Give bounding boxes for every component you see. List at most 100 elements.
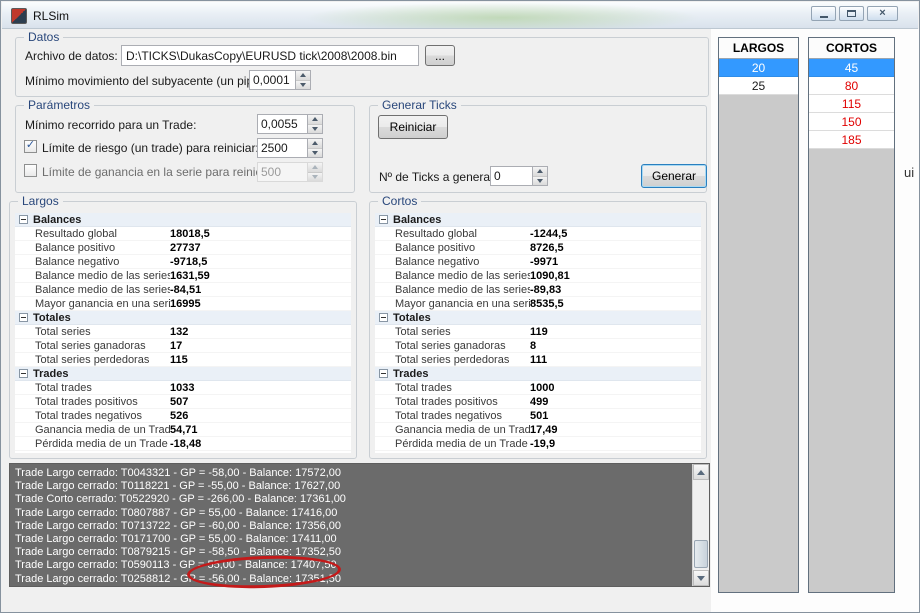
log-line[interactable]: Trade Largo cerrado: T0118221 - GP = -55…: [10, 480, 692, 493]
stat-row[interactable]: Balance positivo27737: [15, 241, 351, 255]
stat-row[interactable]: Pérdida media de un Trade negativ-19,9: [375, 437, 701, 451]
stat-value: 1033: [170, 382, 194, 394]
reiniciar-button[interactable]: Reiniciar: [378, 115, 448, 139]
spin-down-button[interactable]: [296, 81, 310, 90]
collapse-minus-icon[interactable]: [379, 215, 388, 224]
stat-category-row[interactable]: Totales: [375, 311, 701, 325]
stat-value: 8: [530, 340, 536, 352]
stat-row[interactable]: Total trades positivos507: [15, 395, 351, 409]
up-arrow-icon: [312, 165, 318, 169]
stat-value: 27737: [170, 242, 201, 254]
spin-up-button[interactable]: [308, 115, 322, 125]
stat-category-row[interactable]: Balances: [15, 213, 351, 227]
grid-row[interactable]: 115: [809, 95, 894, 113]
stat-value: 526: [170, 410, 188, 422]
grid-row[interactable]: 45: [809, 59, 894, 77]
stat-row[interactable]: Resultado global18018,5: [15, 227, 351, 241]
app-window: RLSim × Datos Archivo de datos: D:\TICKS…: [0, 0, 920, 613]
browse-button[interactable]: ...: [425, 45, 455, 66]
log-line[interactable]: Trade Largo cerrado: T0171700 - GP = 55,…: [10, 533, 692, 546]
stat-category-row[interactable]: Trades: [15, 367, 351, 381]
up-arrow-icon: [537, 169, 543, 173]
grid-row[interactable]: 185: [809, 131, 894, 149]
spin-down-button[interactable]: [308, 149, 322, 158]
stat-row[interactable]: Balance medio de las series ganad1631,59: [15, 269, 351, 283]
stat-row[interactable]: Mayor ganancia en una serie8535,5: [375, 297, 701, 311]
generar-button[interactable]: Generar: [641, 164, 707, 188]
stat-row[interactable]: Ganancia media de un Trade posit17,49: [375, 423, 701, 437]
scroll-down-button[interactable]: [693, 570, 709, 586]
maximize-button[interactable]: [839, 6, 864, 21]
stat-row[interactable]: Balance negativo-9971: [375, 255, 701, 269]
stat-row[interactable]: Resultado global-1244,5: [375, 227, 701, 241]
pipo-spinner[interactable]: 0,0001: [249, 70, 311, 90]
stat-row[interactable]: Balance negativo-9718,5: [15, 255, 351, 269]
spin-up-button[interactable]: [308, 139, 322, 149]
stat-category-row[interactable]: Totales: [15, 311, 351, 325]
scrollbar-thumb[interactable]: [694, 540, 708, 568]
stat-category-row[interactable]: Trades: [375, 367, 701, 381]
cortos-stats-grid[interactable]: BalancesResultado global-1244,5Balance p…: [375, 213, 701, 453]
stat-row[interactable]: Total trades positivos499: [375, 395, 701, 409]
stat-row[interactable]: Total trades1033: [15, 381, 351, 395]
collapse-minus-icon[interactable]: [19, 215, 28, 224]
ticks-spinner[interactable]: 0: [490, 166, 548, 186]
grid-row[interactable]: 80: [809, 77, 894, 95]
stat-category-row[interactable]: Balances: [375, 213, 701, 227]
trade-log-listbox[interactable]: Trade Largo cerrado: T0043321 - GP = -58…: [9, 463, 710, 587]
stat-row[interactable]: Mayor ganancia en una serie16995: [15, 297, 351, 311]
collapse-minus-icon[interactable]: [19, 369, 28, 378]
log-line[interactable]: Trade Largo cerrado: T0807887 - GP = 55,…: [10, 507, 692, 520]
stat-row[interactable]: Balance medio de las series ganad1090,81: [375, 269, 701, 283]
stat-row[interactable]: Pérdida media de un Trade negativ-18,48: [15, 437, 351, 451]
log-line[interactable]: Trade Corto cerrado: T0522920 - GP = -26…: [10, 493, 692, 506]
grid-row[interactable]: 20: [719, 59, 798, 77]
stat-row[interactable]: Total series perdedoras111: [375, 353, 701, 367]
stat-row[interactable]: Total series perdedoras115: [15, 353, 351, 367]
stat-label: Mayor ganancia en una serie: [15, 298, 170, 310]
largos-stats-grid[interactable]: BalancesResultado global18018,5Balance p…: [15, 213, 351, 453]
log-line[interactable]: Trade Largo cerrado: T0879215 - GP = -58…: [10, 546, 692, 559]
stat-row[interactable]: Balance medio de las series perde-89,83: [375, 283, 701, 297]
archivo-input[interactable]: D:\TICKS\DukasCopy\EURUSD tick\2008\2008…: [121, 45, 419, 66]
minimize-button[interactable]: [811, 6, 836, 21]
close-button[interactable]: ×: [867, 6, 898, 21]
stat-row[interactable]: Total series132: [15, 325, 351, 339]
title-bar[interactable]: RLSim ×: [2, 2, 918, 29]
riesgo-checkbox[interactable]: ✓: [24, 140, 37, 153]
log-line[interactable]: Trade Largo cerrado: T0043321 - GP = -58…: [10, 467, 692, 480]
stat-row[interactable]: Total trades negativos526: [15, 409, 351, 423]
log-line[interactable]: Trade Largo cerrado: T0590113 - GP = 55,…: [10, 559, 692, 572]
stat-row[interactable]: Ganancia media de un Trade posit54,71: [15, 423, 351, 437]
riesgo-spinner[interactable]: 2500: [257, 138, 323, 158]
spin-up-button: [308, 163, 322, 173]
largos-grid-header[interactable]: LARGOS: [719, 38, 798, 59]
scroll-up-button[interactable]: [693, 464, 709, 480]
collapse-minus-icon[interactable]: [19, 313, 28, 322]
spin-down-button[interactable]: [533, 177, 547, 186]
ganancia-checkbox[interactable]: [24, 164, 37, 177]
stat-row[interactable]: Total trades negativos501: [375, 409, 701, 423]
stat-row[interactable]: Total trades1000: [375, 381, 701, 395]
log-line[interactable]: Trade Largo cerrado: T0258812 - GP = -56…: [10, 573, 692, 586]
collapse-minus-icon[interactable]: [379, 313, 388, 322]
cortos-grid-header[interactable]: CORTOS: [809, 38, 894, 59]
cortos-side-grid[interactable]: CORTOS 4580115150185: [808, 37, 895, 593]
collapse-minus-icon[interactable]: [379, 369, 388, 378]
spin-down-button[interactable]: [308, 125, 322, 134]
stat-row[interactable]: Total series ganadoras17: [15, 339, 351, 353]
stat-row[interactable]: Total series ganadoras8: [375, 339, 701, 353]
grid-row[interactable]: 25: [719, 77, 798, 95]
log-scrollbar[interactable]: [692, 464, 709, 586]
stat-row[interactable]: Balance medio de las series perde-84,51: [15, 283, 351, 297]
log-line[interactable]: Trade Largo cerrado: T0713722 - GP = -60…: [10, 520, 692, 533]
grid-row[interactable]: 150: [809, 113, 894, 131]
stat-label: Total trades negativos: [375, 410, 530, 422]
stat-row[interactable]: Total series119: [375, 325, 701, 339]
spin-up-button[interactable]: [533, 167, 547, 177]
recorrido-spinner[interactable]: 0,0055: [257, 114, 323, 134]
stat-row[interactable]: Balance positivo8726,5: [375, 241, 701, 255]
largos-side-grid[interactable]: LARGOS 2025: [718, 37, 799, 593]
riesgo-spin-buttons: [307, 139, 322, 157]
spin-up-button[interactable]: [296, 71, 310, 81]
